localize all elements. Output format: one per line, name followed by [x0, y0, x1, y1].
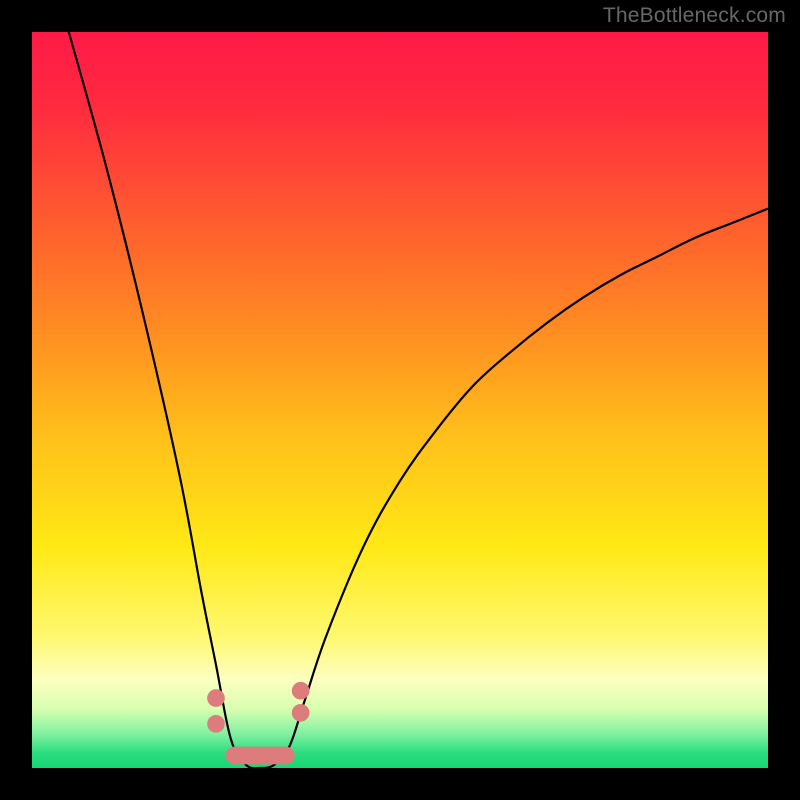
plot-area	[32, 32, 768, 768]
chart-stage: TheBottleneck.com	[0, 0, 800, 800]
marker-dot	[207, 689, 225, 707]
marker-dot	[292, 704, 310, 722]
watermark-text: TheBottleneck.com	[603, 4, 786, 28]
marker-dot	[207, 715, 225, 733]
bottleneck-curve	[69, 32, 768, 768]
marker-dot	[292, 682, 310, 700]
marker-group	[207, 682, 309, 756]
plot-curves	[32, 32, 768, 768]
